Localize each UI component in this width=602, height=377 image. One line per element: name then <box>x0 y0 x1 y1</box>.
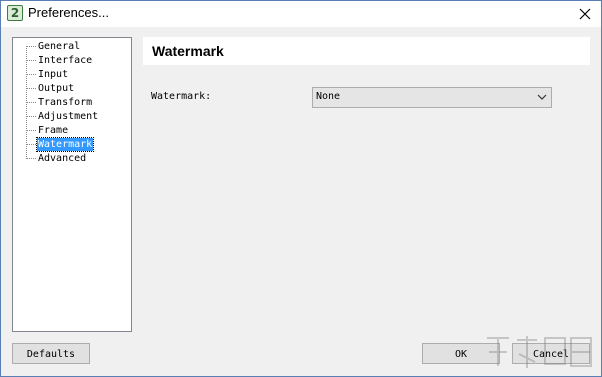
tree-branch-line <box>26 88 36 89</box>
tree-item-label: Watermark <box>35 137 95 152</box>
tree-item-label: Advanced <box>38 153 87 164</box>
tree-branch-line <box>26 116 36 117</box>
tree-branch-line <box>26 130 36 131</box>
tree-item-label: Output <box>38 83 75 94</box>
category-tree[interactable]: General Interface Input Output Transform… <box>12 37 132 332</box>
tree-branch-line <box>26 46 36 47</box>
tree-branch-line <box>26 60 36 61</box>
watermark-field-label: Watermark: <box>151 91 212 102</box>
window-title: Preferences... <box>28 5 109 20</box>
watermark-dropdown[interactable]: None <box>312 87 552 108</box>
panel-title: Watermark <box>152 43 224 59</box>
watermark-logo-icon <box>487 336 592 368</box>
tree-branch-line <box>26 158 36 159</box>
tree-item-label: Adjustment <box>38 111 99 122</box>
defaults-button[interactable]: Defaults <box>12 343 90 364</box>
close-button[interactable] <box>569 1 601 27</box>
title-bar: 2 Preferences... <box>1 1 601 27</box>
close-icon <box>579 8 591 20</box>
tree-branch-line <box>26 74 36 75</box>
tree-item-label: Input <box>38 69 69 80</box>
panel-header: Watermark <box>143 37 590 65</box>
chevron-down-icon <box>537 94 547 100</box>
tree-item-label: Frame <box>38 125 69 136</box>
tree-item-label: Transform <box>38 97 93 108</box>
dropdown-value: None <box>316 91 341 102</box>
tree-item-label: General <box>38 41 81 52</box>
tree-branch-line <box>26 102 36 103</box>
tree-branch-line <box>26 144 36 145</box>
preferences-dialog: 2 Preferences... General Interface Input… <box>0 0 602 377</box>
tree-item-label: Interface <box>38 55 93 66</box>
app-icon: 2 <box>7 5 23 21</box>
